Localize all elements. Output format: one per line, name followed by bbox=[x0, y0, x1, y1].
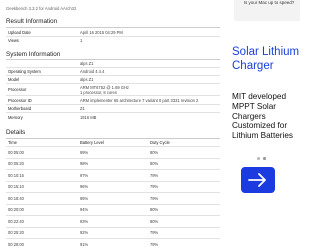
cell-time: 00:05:20 bbox=[8, 161, 24, 166]
cell-battery: 95% bbox=[80, 195, 89, 201]
col-time: Time bbox=[8, 140, 17, 145]
ad-panel[interactable]: Is your Mac up to speed? Solar Lithium C… bbox=[227, 0, 300, 250]
details-title: Details bbox=[6, 129, 26, 136]
divider bbox=[6, 157, 220, 159]
cell-time: 00:20:00 bbox=[8, 207, 24, 212]
arrow-right-icon bbox=[248, 173, 266, 187]
ad-body[interactable]: MIT developed MPPT Solar Chargers Custom… bbox=[232, 92, 300, 141]
device-name: alps Z1 bbox=[80, 61, 94, 66]
cell-time: 00:25:20 bbox=[8, 230, 24, 235]
memory-value: 1916 MB bbox=[80, 114, 97, 120]
ad-arrow-button[interactable] bbox=[241, 167, 275, 193]
motherboard-label: Motherboard bbox=[8, 106, 32, 111]
result-page: Geekbench 3.3.2 for Android AArch32 Resu… bbox=[0, 0, 226, 250]
divider bbox=[6, 238, 220, 239]
divider bbox=[6, 95, 220, 96]
divider bbox=[6, 59, 220, 60]
cell-time: 00:18:40 bbox=[8, 195, 24, 201]
cell-battery: 97% bbox=[80, 172, 89, 178]
page-subtitle: Geekbench 3.3.2 for Android AArch32 bbox=[6, 5, 77, 11]
divider bbox=[6, 226, 220, 228]
ad-top-text[interactable]: Is your Mac up to speed? bbox=[241, 0, 297, 6]
views-value: 1 bbox=[80, 37, 83, 43]
cell-duty: 79% bbox=[150, 195, 159, 201]
cell-duty: 80% bbox=[150, 149, 159, 155]
carousel-dots bbox=[257, 157, 269, 161]
model-label: Model bbox=[8, 77, 20, 82]
divider bbox=[6, 112, 220, 113]
upload-date-value: April 16 2015 04:29 PM bbox=[80, 29, 123, 35]
divider bbox=[6, 83, 220, 84]
motherboard-value: Z1 bbox=[80, 106, 85, 111]
divider bbox=[6, 203, 220, 205]
divider bbox=[6, 146, 220, 147]
cell-duty: 79% bbox=[150, 241, 159, 247]
processor-id-value: ARM implementer 65 architecture 7 varian… bbox=[80, 97, 199, 103]
cell-battery: 96% bbox=[80, 184, 89, 189]
cell-time: 00:28:00 bbox=[8, 241, 24, 247]
divider bbox=[6, 192, 220, 193]
result-info-title: Result Information bbox=[6, 18, 58, 25]
cell-battery: 91% bbox=[80, 241, 89, 247]
divider bbox=[6, 27, 220, 28]
divider bbox=[6, 35, 220, 37]
processor-cores: 1 processor, 8 cores bbox=[80, 89, 117, 95]
cell-duty: 79% bbox=[150, 184, 159, 189]
cell-duty: 79% bbox=[150, 172, 159, 178]
cell-battery: 94% bbox=[80, 207, 89, 212]
cell-duty: 80% bbox=[150, 218, 159, 224]
os-label: Operating System bbox=[8, 69, 41, 74]
memory-label: Memory bbox=[8, 114, 23, 120]
model-value: alps Z1 bbox=[80, 77, 94, 82]
divider bbox=[6, 75, 220, 76]
processor-id-label: Processor ID bbox=[8, 97, 32, 103]
col-duty: Duty Cycle bbox=[150, 140, 170, 145]
cell-duty: 80% bbox=[150, 161, 159, 166]
ad-headline[interactable]: Solar Lithium Charger bbox=[232, 46, 300, 73]
carousel-dot[interactable] bbox=[263, 157, 266, 160]
carousel-dot[interactable] bbox=[257, 157, 260, 160]
divider bbox=[6, 180, 220, 182]
processor-label: Processor bbox=[8, 87, 27, 92]
cell-time: 00:10:15 bbox=[8, 172, 24, 178]
os-value: Android 4.4.4 bbox=[80, 69, 105, 74]
col-battery: Battery Level bbox=[80, 140, 104, 145]
cell-duty: 79% bbox=[150, 230, 159, 235]
upload-date-label: Upload Date bbox=[8, 29, 31, 35]
cell-battery: 92% bbox=[80, 230, 89, 235]
divider bbox=[6, 103, 220, 105]
cell-battery: 98% bbox=[80, 161, 89, 166]
system-info-title: System Information bbox=[6, 51, 61, 58]
divider bbox=[6, 137, 220, 139]
cell-time: 00:15:10 bbox=[8, 184, 24, 189]
divider bbox=[6, 215, 220, 216]
divider bbox=[6, 67, 220, 68]
cell-duty: 80% bbox=[150, 207, 159, 212]
cell-time: 00:05:00 bbox=[8, 149, 24, 155]
divider bbox=[6, 169, 220, 170]
cell-time: 00:22:40 bbox=[8, 218, 24, 224]
cell-battery: 93% bbox=[80, 218, 89, 224]
cell-battery: 99% bbox=[80, 149, 89, 155]
views-label: Views bbox=[8, 37, 19, 43]
